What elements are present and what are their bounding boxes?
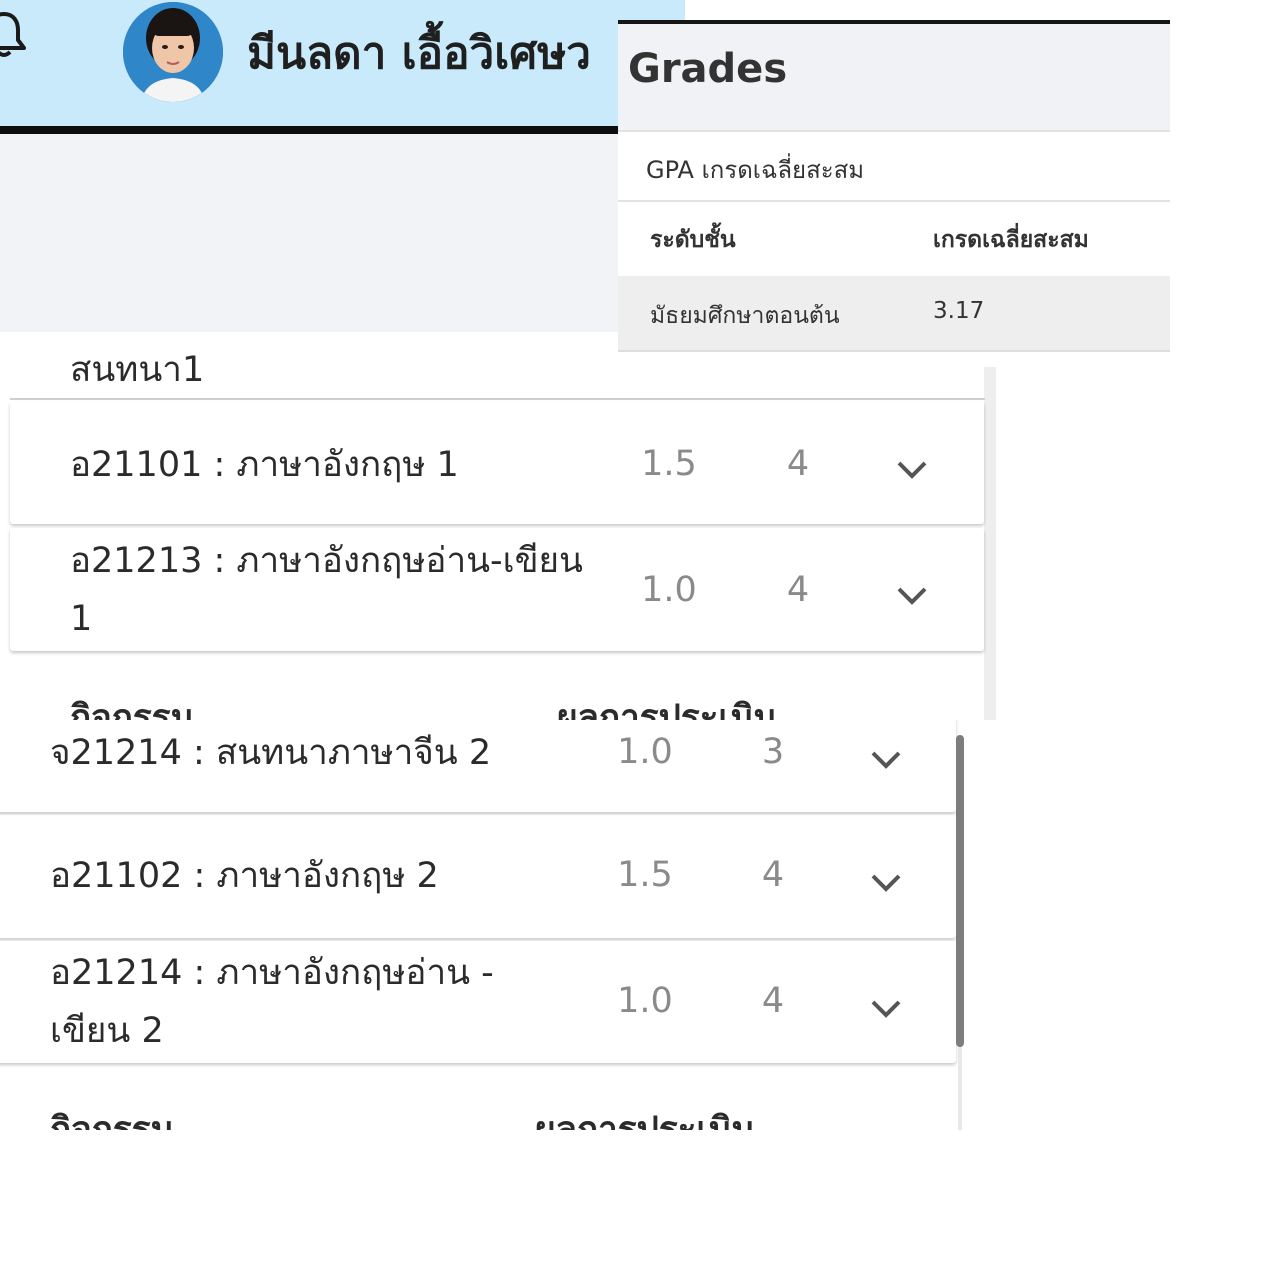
column-header-level: ระดับชั้น <box>650 227 736 253</box>
content-background <box>0 134 620 332</box>
course-name-line-1: อ21214 : ภาษาอังกฤษอ่าน - <box>50 953 494 993</box>
bell-icon[interactable] <box>0 8 26 60</box>
course-name: จ21214 : สนทนาภาษาจีน 2 <box>50 733 492 773</box>
chevron-down-icon[interactable] <box>870 873 902 893</box>
grade-list-term-2: จ21214 : สนทนาภาษาจีน 2 1.0 3 อ21102 : ภ… <box>0 720 968 1130</box>
course-name-line-2: 1 <box>70 599 93 639</box>
result-column-header: ผลการประเมิน <box>535 1110 756 1130</box>
course-grade: 1.5 <box>641 444 697 484</box>
course-name: อ21102 : ภาษาอังกฤษ 2 <box>50 856 439 896</box>
course-name: อ21101 : ภาษาอังกฤษ 1 <box>70 445 459 485</box>
activity-column-header: กิจกรรม <box>50 1110 174 1130</box>
header-divider <box>0 126 685 134</box>
activity-header: กิจกรรม ผลการประเมิน <box>0 680 984 720</box>
course-row[interactable]: อ21101 : ภาษาอังกฤษ 1 1.5 4 <box>10 402 984 524</box>
course-row[interactable]: อ21214 : ภาษาอังกฤษอ่าน - เขียน 2 1.0 4 <box>0 941 956 1063</box>
course-credit: 3 <box>761 732 785 772</box>
cell-level: มัธยมศึกษาตอนต้น <box>650 303 840 329</box>
scrollbar-thumb[interactable] <box>956 735 964 1047</box>
activity-header: กิจกรรม ผลการประเมิน <box>0 1092 956 1130</box>
course-grade: 1.0 <box>617 981 673 1021</box>
course-name-line-2: เขียน 2 <box>50 1011 164 1051</box>
course-row[interactable]: อ21213 : ภาษาอังกฤษอ่าน-เขียน 1 1.0 4 <box>10 528 984 651</box>
chevron-down-icon[interactable] <box>870 999 902 1019</box>
gpa-label: GPA เกรดเฉลี่ยสะสม <box>646 156 865 184</box>
background <box>685 0 1170 20</box>
cell-gpa: 3.17 <box>933 298 985 324</box>
course-grade: 1.5 <box>617 855 673 895</box>
course-row[interactable]: อ21102 : ภาษาอังกฤษ 2 1.5 4 <box>0 815 956 938</box>
course-credit: 4 <box>761 981 785 1021</box>
avatar[interactable] <box>123 2 223 102</box>
course-credit: 4 <box>761 855 785 895</box>
course-grade: 1.0 <box>617 732 673 772</box>
scroll-rail <box>984 332 996 720</box>
student-photo <box>123 2 223 102</box>
course-name-line-1: อ21213 : ภาษาอังกฤษอ่าน-เขียน <box>70 541 583 581</box>
chevron-down-icon[interactable] <box>870 750 902 770</box>
course-credit: 4 <box>786 570 810 610</box>
course-row[interactable]: จ21214 : สนทนาภาษาจีน 2 1.0 3 <box>0 720 956 812</box>
user-name: มีนลดา เอื้อวิเศษว <box>247 28 591 79</box>
chevron-down-icon[interactable] <box>896 460 928 480</box>
course-credit: 4 <box>786 444 810 484</box>
column-header-gpa: เกรดเฉลี่ยสะสม <box>933 227 1089 253</box>
chevron-down-icon[interactable] <box>896 586 928 606</box>
panel-title: Grades <box>628 46 788 92</box>
activity-column-header: กิจกรรม <box>70 698 194 720</box>
section-title: สนทนา1 <box>70 350 205 390</box>
result-column-header: ผลการประเมิน <box>557 698 778 720</box>
divider <box>10 398 985 400</box>
course-grade: 1.0 <box>641 570 697 610</box>
panel-top-border <box>618 20 1170 24</box>
